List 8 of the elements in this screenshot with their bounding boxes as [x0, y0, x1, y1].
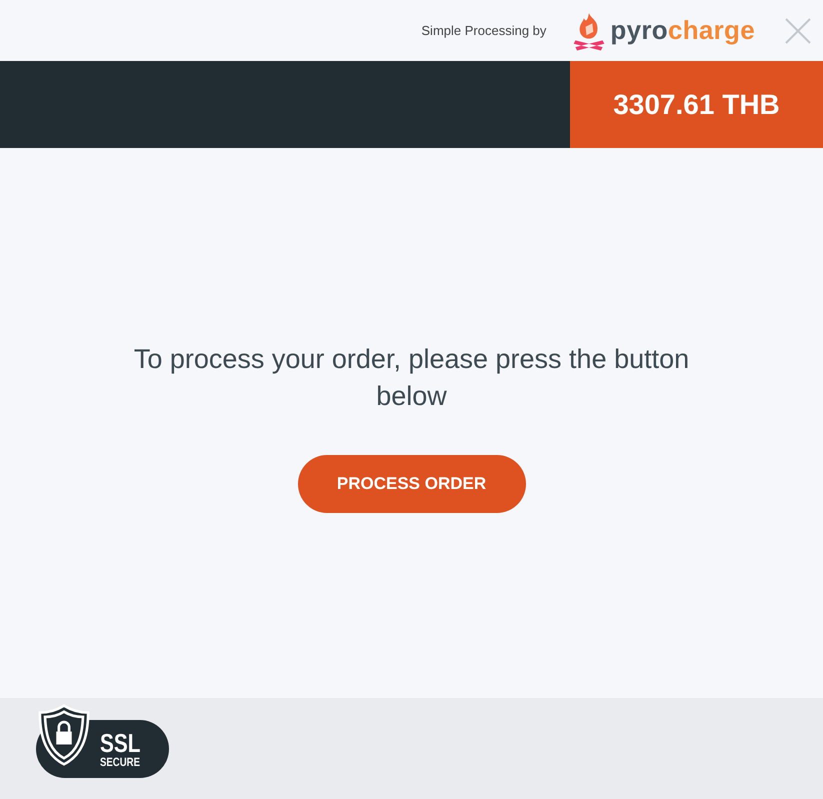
pyrocharge-logo: pyrocharge [610, 15, 755, 46]
processing-caption: Simple Processing by [421, 23, 546, 38]
process-order-button[interactable]: PROCESS ORDER [298, 455, 526, 513]
secure-label: SECURE [100, 756, 140, 768]
order-amount: 3307.61 THB [570, 61, 823, 148]
ssl-label: SSL [100, 730, 140, 756]
instruction-text: To process your order, please press the button below [132, 343, 690, 413]
close-icon[interactable] [785, 18, 811, 44]
